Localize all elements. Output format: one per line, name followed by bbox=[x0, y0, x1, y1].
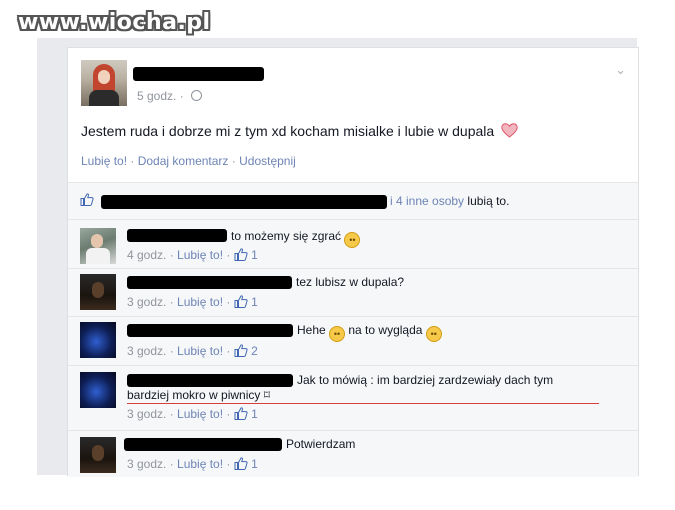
comment-item: to możemy się zgrać •• 4 godz. · Lubię t… bbox=[68, 219, 638, 266]
status-text: Jestem ruda i dobrze mi z tym xd kocham … bbox=[81, 123, 495, 139]
like-link[interactable]: Lubię to! bbox=[81, 154, 127, 168]
commenter-avatar[interactable] bbox=[80, 437, 116, 473]
likes-others-link[interactable]: i 4 inne osoby bbox=[390, 194, 464, 208]
commenter-avatar[interactable] bbox=[80, 228, 116, 264]
author-avatar[interactable] bbox=[81, 60, 127, 106]
globe-icon bbox=[191, 90, 203, 101]
post-actions: Lubię to! · Dodaj komentarz · Udostępnij bbox=[81, 154, 296, 168]
thumbs-up-icon bbox=[80, 193, 94, 206]
chevron-down-icon[interactable]: ⌄ bbox=[615, 62, 626, 78]
redacted-commenter-name bbox=[124, 438, 282, 451]
emoji-icon: •• bbox=[329, 326, 346, 342]
comment-text: tez lubisz w dupala? bbox=[296, 275, 405, 289]
comment-item: Jak to mówią : im bardziej zardzewiały d… bbox=[68, 365, 638, 430]
post-time[interactable]: 5 godz. · bbox=[137, 89, 184, 103]
spellcheck-underline bbox=[127, 403, 599, 404]
post-card: 5 godz. · ⌄ Jestem ruda i dobrze mi z ty… bbox=[67, 47, 639, 477]
redacted-commenter-name bbox=[127, 374, 293, 387]
thumbs-up-icon bbox=[234, 344, 248, 357]
thumbs-up-icon bbox=[234, 407, 248, 420]
comment-text-line-2: bardziej mokro w piwnicy ⌑ bbox=[127, 388, 270, 402]
redacted-likers bbox=[101, 195, 387, 209]
commenter-avatar[interactable] bbox=[80, 322, 116, 358]
share-link[interactable]: Udostępnij bbox=[239, 154, 296, 168]
thumbs-up-icon bbox=[234, 248, 248, 261]
comment-item: Potwierdzam 3 godz. · Lubię to! · 1 bbox=[68, 430, 638, 478]
comment-meta: 3 godz. · Lubię to! · 1 bbox=[127, 295, 258, 309]
comments-section: i 4 inne osoby lubią to. to możemy się z… bbox=[68, 182, 638, 477]
comment-text: Potwierdzam bbox=[286, 437, 356, 451]
post-meta: 5 godz. · bbox=[137, 89, 203, 103]
comment-item: Hehe •• na to wygląda •• 3 godz. · Lubię… bbox=[68, 316, 638, 363]
comment-link[interactable]: Dodaj komentarz bbox=[138, 154, 229, 168]
commenter-avatar[interactable] bbox=[80, 274, 116, 310]
emoji-icon: •• bbox=[344, 232, 361, 248]
post-status: Jestem ruda i dobrze mi z tym xd kocham … bbox=[81, 123, 518, 139]
redacted-author-name bbox=[133, 67, 264, 81]
comment-meta: 4 godz. · Lubię to! · 1 bbox=[127, 248, 258, 262]
comment-text-line-1: Jak to mówią : im bardziej zardzewiały d… bbox=[297, 373, 554, 387]
comment-item: tez lubisz w dupala? 3 godz. · Lubię to!… bbox=[68, 268, 638, 315]
comment-meta: 3 godz. · Lubię to! · 1 bbox=[127, 457, 258, 471]
heart-icon bbox=[501, 123, 518, 138]
watermark-logo: www.wiocha.pl bbox=[18, 10, 211, 35]
commenter-avatar[interactable] bbox=[80, 372, 116, 408]
emoji-icon: •• bbox=[425, 326, 442, 342]
comment-text: Hehe •• na to wygląda •• bbox=[297, 323, 442, 342]
likes-summary bbox=[80, 193, 94, 207]
comment-meta: 3 godz. · Lubię to! · 1 bbox=[127, 407, 258, 421]
redacted-commenter-name bbox=[127, 229, 227, 242]
redacted-commenter-name bbox=[127, 276, 292, 289]
comment-meta: 3 godz. · Lubię to! · 2 bbox=[127, 344, 258, 358]
redacted-commenter-name bbox=[127, 324, 293, 337]
thumbs-up-icon bbox=[234, 295, 248, 308]
thumbs-up-icon bbox=[234, 457, 248, 470]
likes-text: i 4 inne osoby lubią to. bbox=[390, 194, 510, 208]
comment-text: to możemy się zgrać •• bbox=[231, 229, 361, 248]
